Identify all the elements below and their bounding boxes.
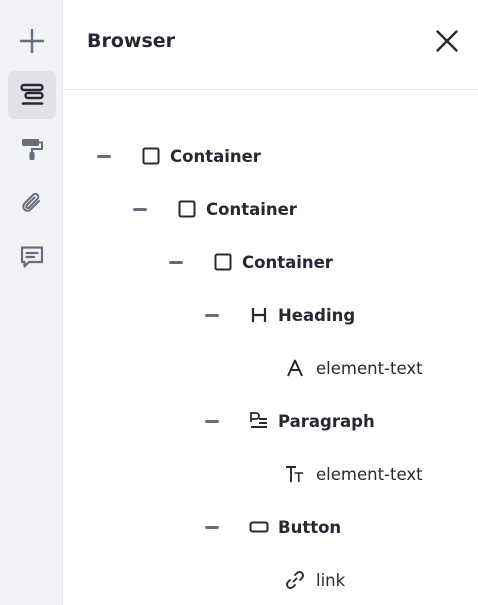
square-icon: [141, 146, 161, 166]
tree-item-label: Container: [170, 146, 261, 166]
plus-icon: [19, 28, 45, 54]
tree-item-container-3[interactable]: Container: [169, 247, 333, 277]
tree-item-container-1[interactable]: Container: [97, 141, 261, 171]
tree-item-button-link[interactable]: link: [285, 565, 345, 595]
sidebar-rail: [0, 0, 63, 605]
close-icon: [436, 30, 458, 52]
attachments-button[interactable]: [8, 179, 56, 227]
add-button[interactable]: [8, 17, 56, 65]
paragraph-icon: [249, 411, 269, 431]
collapse-icon[interactable]: [133, 207, 147, 211]
styles-button[interactable]: [8, 125, 56, 173]
tree-item-label: element-text: [316, 464, 423, 484]
tree-item-label: element-text: [316, 358, 423, 378]
close-button[interactable]: [432, 26, 462, 56]
browser-icon: [20, 83, 44, 105]
link-icon: [285, 570, 305, 590]
panel-divider: [63, 89, 478, 90]
browser-panel: Browser Container Container Container He…: [63, 0, 478, 605]
collapse-icon[interactable]: [169, 260, 183, 264]
tree-item-paragraph-text[interactable]: element-text: [285, 459, 423, 489]
tree-item-label: Paragraph: [278, 411, 375, 431]
tree-item-paragraph[interactable]: Paragraph: [205, 406, 375, 436]
text-size-icon: [285, 464, 305, 484]
comments-button[interactable]: [8, 233, 56, 281]
collapse-icon[interactable]: [205, 419, 219, 423]
tree-item-label: Container: [242, 252, 333, 272]
paperclip-icon: [22, 192, 40, 212]
tree-item-label: Button: [278, 517, 342, 537]
tree-item-heading[interactable]: Heading: [205, 300, 355, 330]
tree-item-button[interactable]: Button: [205, 512, 341, 542]
tree-item-container-2[interactable]: Container: [133, 194, 297, 224]
comment-icon: [20, 246, 44, 268]
square-icon: [177, 199, 197, 219]
button-icon: [249, 517, 269, 537]
tree-item-label: Container: [206, 199, 297, 219]
heading-icon: [249, 305, 269, 325]
tree-item-heading-text[interactable]: element-text: [285, 353, 423, 383]
font-a-icon: [285, 358, 305, 378]
collapse-icon[interactable]: [97, 154, 111, 158]
browser-button[interactable]: [8, 71, 56, 119]
tree-item-label: link: [316, 570, 346, 590]
tree-item-label: Heading: [278, 305, 356, 325]
collapse-icon[interactable]: [205, 313, 219, 317]
collapse-icon[interactable]: [205, 525, 219, 529]
panel-title: Browser: [87, 30, 176, 52]
paint-roller-icon: [22, 139, 43, 160]
square-icon: [213, 252, 233, 272]
